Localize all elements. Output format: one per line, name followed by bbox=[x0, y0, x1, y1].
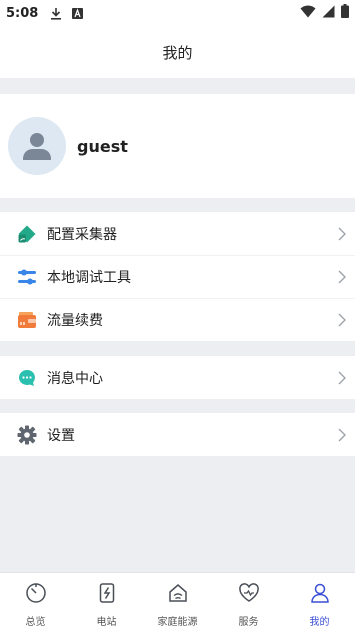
overview-icon bbox=[25, 582, 47, 608]
menu-item-label: 本地调试工具 bbox=[47, 269, 131, 286]
chevron-right-icon bbox=[338, 427, 346, 446]
avatar[interactable] bbox=[8, 117, 66, 175]
menu-item-label: 消息中心 bbox=[47, 370, 103, 387]
menu-item-label: 配置采集器 bbox=[47, 226, 117, 243]
menu-item-settings[interactable]: 设置 bbox=[0, 413, 355, 456]
status-bar: 5:08 bbox=[0, 0, 355, 26]
tab-power-station[interactable]: 电站 bbox=[71, 573, 142, 632]
gear-icon bbox=[17, 425, 37, 445]
tab-label: 我的 bbox=[309, 617, 330, 628]
battery-icon bbox=[341, 4, 349, 22]
tab-overview[interactable]: 总览 bbox=[0, 573, 71, 632]
menu-item-label: 流量续费 bbox=[47, 312, 103, 329]
tab-label: 电站 bbox=[96, 617, 117, 628]
page-title: 我的 bbox=[162, 43, 193, 62]
menu-item-data-renewal[interactable]: 流量续费 bbox=[0, 298, 355, 341]
menu-group-tools: 配置采集器 本地调试工具 流量续费 bbox=[0, 212, 355, 341]
bottom-tab-bar: 总览 电站 家庭能源 服务 我的 bbox=[0, 572, 355, 632]
download-icon bbox=[50, 7, 62, 20]
menu-item-label: 设置 bbox=[47, 427, 75, 444]
tab-service[interactable]: 服务 bbox=[213, 573, 284, 632]
status-time: 5:08 bbox=[6, 5, 39, 21]
tab-label: 总览 bbox=[25, 617, 46, 628]
chevron-right-icon bbox=[338, 312, 346, 331]
message-icon bbox=[17, 368, 37, 388]
chevron-right-icon bbox=[338, 226, 346, 245]
user-avatar-icon bbox=[23, 133, 51, 160]
power-station-icon bbox=[96, 582, 118, 608]
service-heart-icon bbox=[238, 582, 260, 608]
tab-label: 服务 bbox=[238, 617, 259, 628]
a-badge-icon bbox=[72, 7, 84, 19]
collector-config-icon bbox=[17, 224, 37, 244]
menu-item-message-center[interactable]: 消息中心 bbox=[0, 356, 355, 399]
menu-item-debug-tool[interactable]: 本地调试工具 bbox=[0, 255, 355, 298]
username: guest bbox=[77, 136, 128, 156]
tab-mine[interactable]: 我的 bbox=[284, 573, 355, 632]
wifi-icon bbox=[300, 5, 316, 22]
menu-group-messages: 消息中心 bbox=[0, 356, 355, 399]
chevron-right-icon bbox=[338, 269, 346, 288]
profile-card[interactable]: guest bbox=[0, 94, 355, 198]
chevron-right-icon bbox=[338, 370, 346, 389]
person-icon bbox=[309, 582, 331, 608]
menu-item-collector-config[interactable]: 配置采集器 bbox=[0, 212, 355, 255]
home-energy-icon bbox=[167, 582, 189, 608]
tab-label: 家庭能源 bbox=[157, 617, 198, 628]
signal-icon bbox=[322, 5, 335, 22]
tab-home-energy[interactable]: 家庭能源 bbox=[142, 573, 213, 632]
menu-group-settings: 设置 bbox=[0, 413, 355, 456]
page-header: 我的 bbox=[0, 26, 355, 78]
debug-tool-icon bbox=[17, 267, 37, 287]
wallet-icon bbox=[17, 310, 37, 330]
